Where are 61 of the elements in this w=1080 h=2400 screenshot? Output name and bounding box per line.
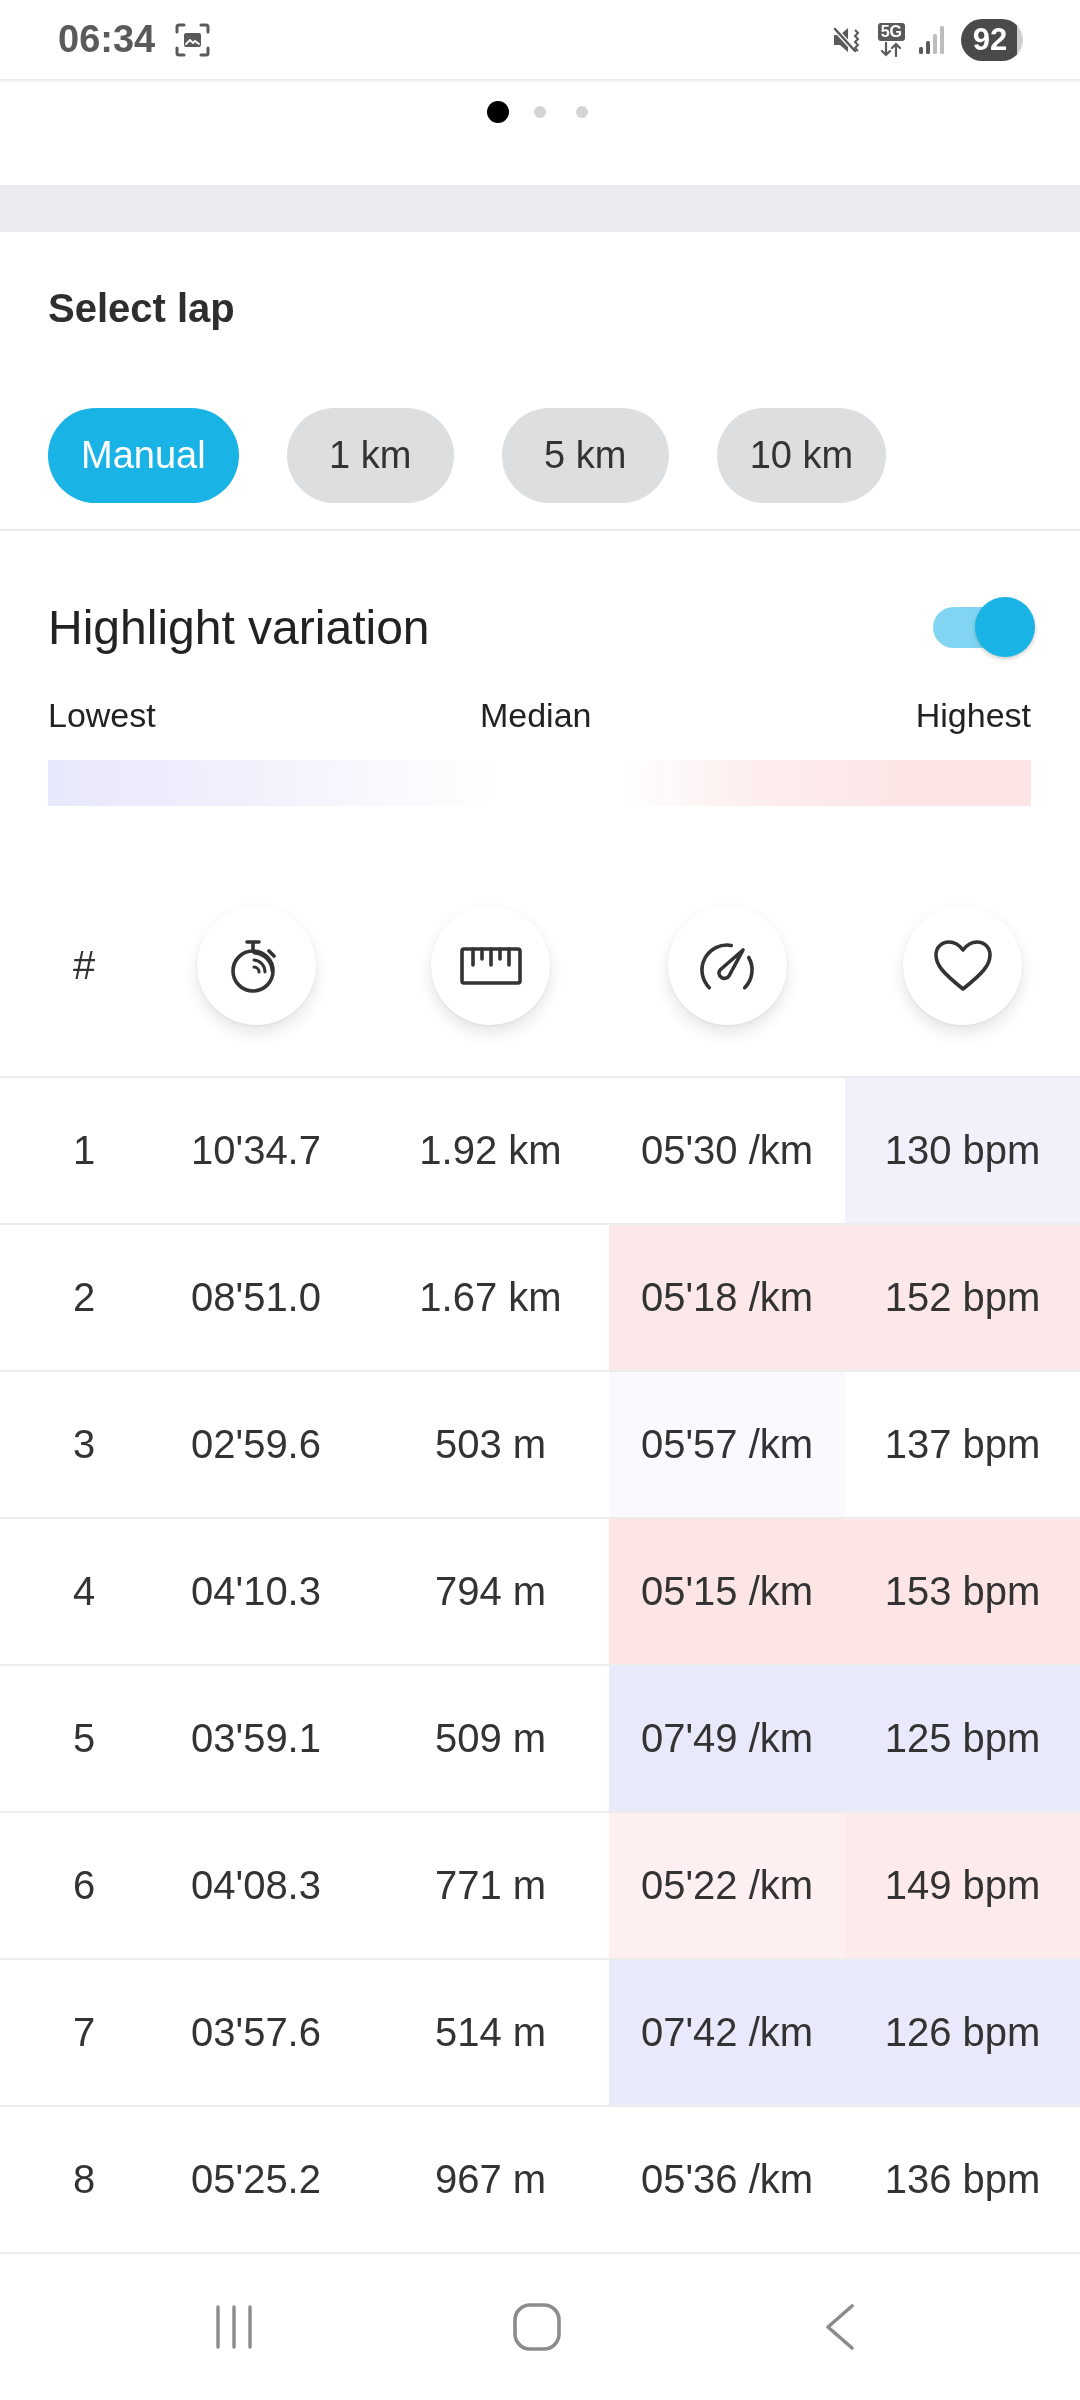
status-time: 06:34: [58, 18, 156, 61]
table-cell-text: 967 m: [433, 2156, 548, 2203]
lap-option-chip[interactable]: 10 km: [716, 408, 887, 503]
recent-apps-icon[interactable]: [213, 2305, 254, 2349]
lap-number-cell-text: 6: [71, 1862, 97, 1909]
table-cell: 153 bpm: [845, 1519, 1080, 1664]
lap-number-cell-text: 2: [71, 1274, 97, 1321]
table-cell-text: 794 m: [433, 1568, 548, 1615]
legend-median-label: Median: [479, 695, 592, 735]
lap-number-cell-text: 4: [71, 1568, 97, 1615]
lap-option-chip[interactable]: 1 km: [286, 408, 454, 503]
table-cell-text: 04'10.3: [190, 1568, 322, 1615]
lap-option-chip[interactable]: 5 km: [501, 408, 669, 503]
table-cell: 05'57 /km: [609, 1372, 845, 1517]
table-cell-text: 509 m: [433, 1715, 548, 1762]
table-cell-text: 08'51.0: [190, 1274, 322, 1321]
table-cell-text: 136 bpm: [883, 2156, 1042, 2203]
table-cell-text: 503 m: [433, 1421, 548, 1468]
highlight-toggle[interactable]: [933, 597, 1035, 657]
lap-number-cell-text: 7: [71, 2009, 97, 2056]
legend-low-label: Lowest: [48, 695, 156, 735]
table-cell-text: 771 m: [433, 1862, 548, 1909]
home-icon[interactable]: [512, 2303, 561, 2351]
table-cell: 152 bpm: [845, 1225, 1080, 1370]
table-cell-text: 04'08.3: [190, 1862, 322, 1909]
table-cell: 149 bpm: [845, 1813, 1080, 1958]
table-cell-text: 1.67 km: [418, 1274, 563, 1321]
table-cell: 126 bpm: [845, 1960, 1080, 2105]
table-cell: 05'18 /km: [609, 1225, 845, 1370]
table-cell-text: 05'36 /km: [639, 2156, 815, 2203]
section-title: Select lap: [48, 285, 235, 332]
lap-number-cell-text: 3: [71, 1421, 97, 1468]
table-cell-text: 03'57.6: [190, 2009, 322, 2056]
table-cell: 130 bpm: [845, 1078, 1080, 1223]
heart-icon: [932, 938, 993, 993]
table-cell: 125 bpm: [845, 1666, 1080, 1811]
back-icon[interactable]: [824, 2304, 855, 2350]
table-cell: 07'42 /km: [609, 1960, 845, 2105]
table-cell-text: 10'34.7: [190, 1127, 322, 1174]
lap-number-heading: #: [72, 943, 96, 988]
lap-number-cell-text: 8: [71, 2156, 97, 2203]
table-cell-text: 05'30 /km: [639, 1127, 815, 1174]
legend-high-label: Highest: [915, 695, 1031, 735]
lap-number-cell-text: 5: [71, 1715, 97, 1762]
data-transfer-icon: [880, 41, 903, 57]
ruler-icon: [459, 946, 522, 985]
lap-number-cell-text: 1: [71, 1127, 97, 1174]
table-cell: 07'49 /km: [609, 1666, 845, 1811]
table-cell: 05'15 /km: [609, 1519, 845, 1664]
signal-icon: [918, 24, 945, 55]
table-cell-text: 137 bpm: [883, 1421, 1042, 1468]
table-cell: 05'22 /km: [609, 1813, 845, 1958]
table-cell-text: 514 m: [433, 2009, 548, 2056]
table-cell-text: 03'59.1: [190, 1715, 322, 1762]
table-cell-text: 05'25.2: [190, 2156, 322, 2203]
screenshot-icon: [175, 22, 211, 57]
highlight-variation-label: Highlight variation: [48, 599, 430, 655]
table-cell-text: 1.92 km: [418, 1127, 563, 1174]
battery-indicator: 92: [961, 18, 1023, 61]
table-cell-text: 02'59.6: [190, 1421, 322, 1468]
network-type-badge: 5G: [877, 22, 905, 41]
